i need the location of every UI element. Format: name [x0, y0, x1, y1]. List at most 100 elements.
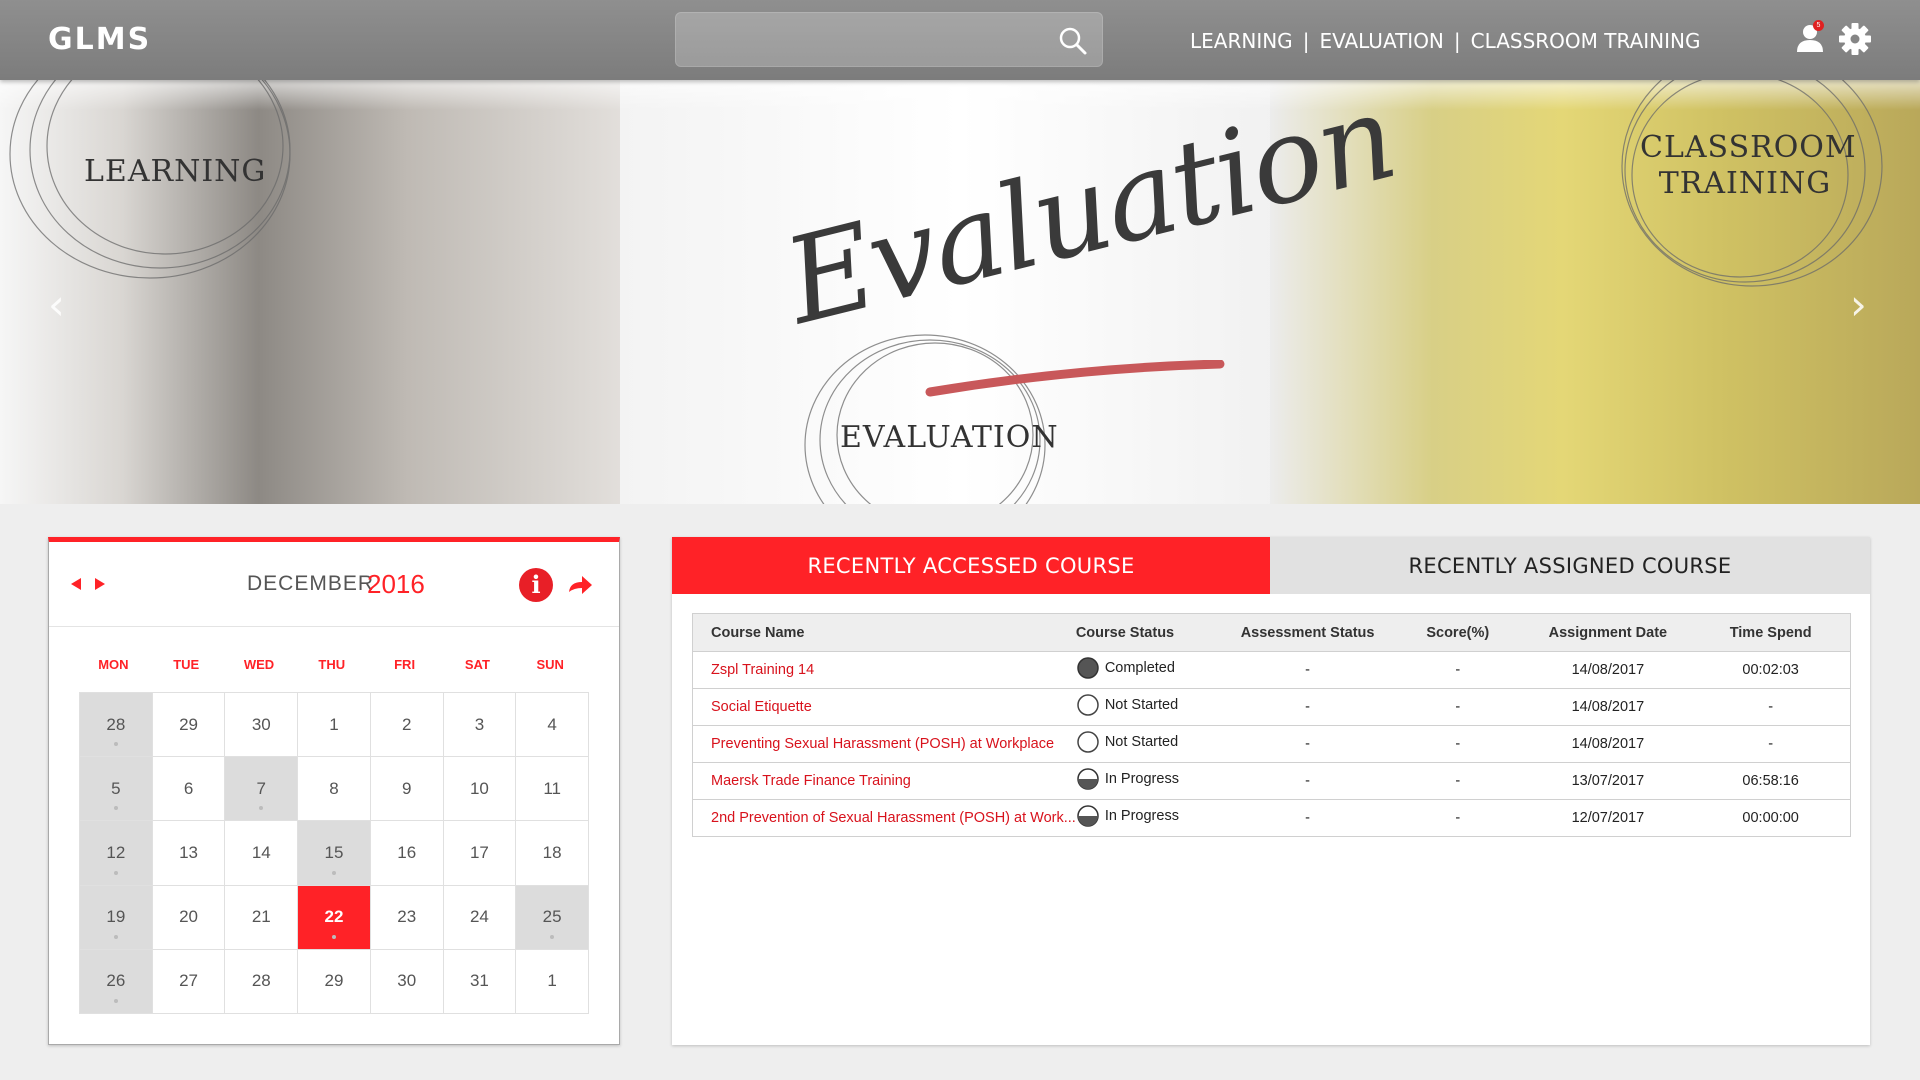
column-header-assessment-status[interactable]: Assessment Status: [1224, 613, 1392, 652]
course-name[interactable]: Preventing Sexual Harassment (POSH) at W…: [711, 736, 1054, 752]
column-header-course-name[interactable]: Course Name: [691, 613, 1076, 652]
calendar-day[interactable]: 15: [298, 821, 371, 886]
banner-next-arrow[interactable]: ›: [1850, 280, 1867, 329]
calendar-day[interactable]: 6: [152, 757, 226, 822]
calendar-day[interactable]: 28: [80, 693, 153, 758]
calendar-day[interactable]: 21: [225, 885, 299, 950]
calendar-day[interactable]: 30: [370, 949, 444, 1014]
calendar-day[interactable]: 4: [516, 693, 589, 758]
classroom-training-label[interactable]: CLASSROOM TRAINING: [1640, 130, 1856, 202]
course-name-link[interactable]: Preventing Sexual Harassment (POSH) at W…: [691, 725, 1076, 763]
calendar-day[interactable]: 29: [152, 693, 226, 758]
courses-panel: RECENTLY ACCESSED COURSE RECENTLY ASSIGN…: [672, 537, 1870, 1045]
calendar-day[interactable]: 12: [80, 821, 153, 886]
column-header-time-spend[interactable]: Time Spend: [1691, 613, 1852, 652]
calendar-day[interactable]: 25: [516, 885, 589, 950]
forward-arrow-icon[interactable]: [567, 574, 593, 596]
top-header: GLMS LEARNING | EVALUATION | CLASSROOM T…: [0, 0, 1920, 80]
score: -: [1391, 725, 1525, 763]
calendar-header: DECEMBER 2016 i: [49, 542, 619, 627]
calendar-day[interactable]: 5: [80, 757, 153, 822]
prev-month-icon[interactable]: [71, 578, 81, 590]
app-logo[interactable]: GLMS: [48, 22, 151, 57]
calendar-day-today[interactable]: 22: [298, 885, 371, 950]
calendar-day[interactable]: 11: [516, 757, 589, 822]
weekday-label: FRI: [394, 657, 416, 672]
assessment-status: -: [1224, 762, 1392, 800]
table-row[interactable]: 2nd Prevention of Sexual Harassment (POS…: [691, 799, 1852, 837]
course-name[interactable]: Zspl Training 14: [711, 662, 814, 678]
calendar-day[interactable]: 1: [298, 693, 371, 758]
calendar-day[interactable]: 27: [152, 949, 226, 1014]
calendar-day[interactable]: 8: [298, 757, 371, 822]
banner-prev-arrow[interactable]: ‹: [48, 280, 65, 329]
nav-classroom-training[interactable]: CLASSROOM TRAINING: [1471, 29, 1701, 53]
column-header-assignment-date[interactable]: Assignment Date: [1524, 613, 1692, 652]
info-icon[interactable]: i: [519, 568, 553, 602]
table-row[interactable]: Social Etiquette Not Started - -14/08/2017-: [691, 688, 1852, 726]
course-name[interactable]: 2nd Prevention of Sexual Harassment (POS…: [711, 810, 1076, 826]
calendar-day[interactable]: 7: [225, 757, 299, 822]
gear-icon[interactable]: [1838, 22, 1872, 56]
calendar-day[interactable]: 30: [225, 693, 299, 758]
score: -: [1391, 651, 1525, 689]
search-input[interactable]: [690, 13, 1020, 68]
evaluation-label[interactable]: EVALUATION: [840, 420, 1059, 456]
column-header-score[interactable]: Score(%): [1391, 613, 1525, 652]
calendar-day[interactable]: 18: [516, 821, 589, 886]
time-spend: -: [1691, 688, 1852, 726]
calendar-day[interactable]: 14: [225, 821, 299, 886]
learning-label[interactable]: LEARNING: [84, 154, 266, 190]
calendar-day[interactable]: 26: [80, 949, 153, 1014]
course-status-cell: In Progress: [1075, 762, 1225, 800]
notification-badge[interactable]: 5: [1813, 20, 1824, 31]
tab-recently-accessed[interactable]: RECENTLY ACCESSED COURSE: [672, 537, 1270, 594]
assignment-date: 14/08/2017: [1524, 651, 1692, 689]
nav-evaluation[interactable]: EVALUATION: [1319, 29, 1443, 53]
calendar-day[interactable]: 10: [443, 757, 517, 822]
course-name-link[interactable]: Social Etiquette: [691, 688, 1076, 726]
nav-learning[interactable]: LEARNING: [1190, 29, 1293, 53]
course-name[interactable]: Social Etiquette: [711, 699, 812, 715]
course-name-link[interactable]: Maersk Trade Finance Training: [691, 762, 1076, 800]
table-header-row: Course Name Course Status Assessment Sta…: [691, 613, 1852, 652]
calendar-day[interactable]: 31: [443, 949, 517, 1014]
course-name-link[interactable]: 2nd Prevention of Sexual Harassment (POS…: [691, 799, 1076, 837]
course-name-link[interactable]: Zspl Training 14: [691, 651, 1076, 689]
calendar-day[interactable]: 29: [298, 949, 371, 1014]
calendar-day[interactable]: 24: [443, 885, 517, 950]
search-box[interactable]: [675, 12, 1103, 68]
calendar-day[interactable]: 17: [443, 821, 517, 886]
table-row[interactable]: Maersk Trade Finance Training In Progress…: [691, 762, 1852, 800]
calendar-day[interactable]: 9: [370, 757, 444, 822]
calendar-weekdays: MON TUE WED THU FRI SAT SUN: [77, 657, 587, 677]
assignment-date: 14/08/2017: [1524, 688, 1692, 726]
assignment-date: 12/07/2017: [1524, 799, 1692, 837]
weekday-label: THU: [318, 657, 346, 672]
calendar-day[interactable]: 1: [516, 949, 589, 1014]
calendar-day[interactable]: 16: [370, 821, 444, 886]
weekday-label: MON: [98, 657, 129, 672]
calendar-day[interactable]: 19: [80, 885, 153, 950]
assignment-date: 13/07/2017: [1524, 762, 1692, 800]
calendar-year: 2016: [367, 569, 425, 599]
tab-recently-assigned[interactable]: RECENTLY ASSIGNED COURSE: [1270, 537, 1870, 594]
course-status: In Progress: [1104, 771, 1179, 787]
calendar-day[interactable]: 2: [370, 693, 444, 758]
time-spend: -: [1691, 725, 1852, 763]
course-name[interactable]: Maersk Trade Finance Training: [711, 773, 911, 789]
course-status-cell: Not Started: [1075, 725, 1225, 763]
calendar-day[interactable]: 20: [152, 885, 226, 950]
calendar-day[interactable]: 23: [370, 885, 444, 950]
search-icon[interactable]: [1058, 26, 1088, 56]
calendar-day[interactable]: 28: [225, 949, 299, 1014]
column-header-course-status[interactable]: Course Status: [1075, 613, 1225, 652]
calendar-day[interactable]: 3: [443, 693, 517, 758]
table-row[interactable]: Preventing Sexual Harassment (POSH) at W…: [691, 725, 1852, 763]
course-status: Not Started: [1104, 734, 1179, 750]
weekday-label: SUN: [536, 657, 564, 672]
calendar-day[interactable]: 13: [152, 821, 226, 886]
course-status: In Progress: [1104, 808, 1179, 824]
next-month-icon[interactable]: [95, 578, 105, 590]
table-row[interactable]: Zspl Training 14 Completed - -14/08/2017 00:…: [691, 651, 1852, 689]
